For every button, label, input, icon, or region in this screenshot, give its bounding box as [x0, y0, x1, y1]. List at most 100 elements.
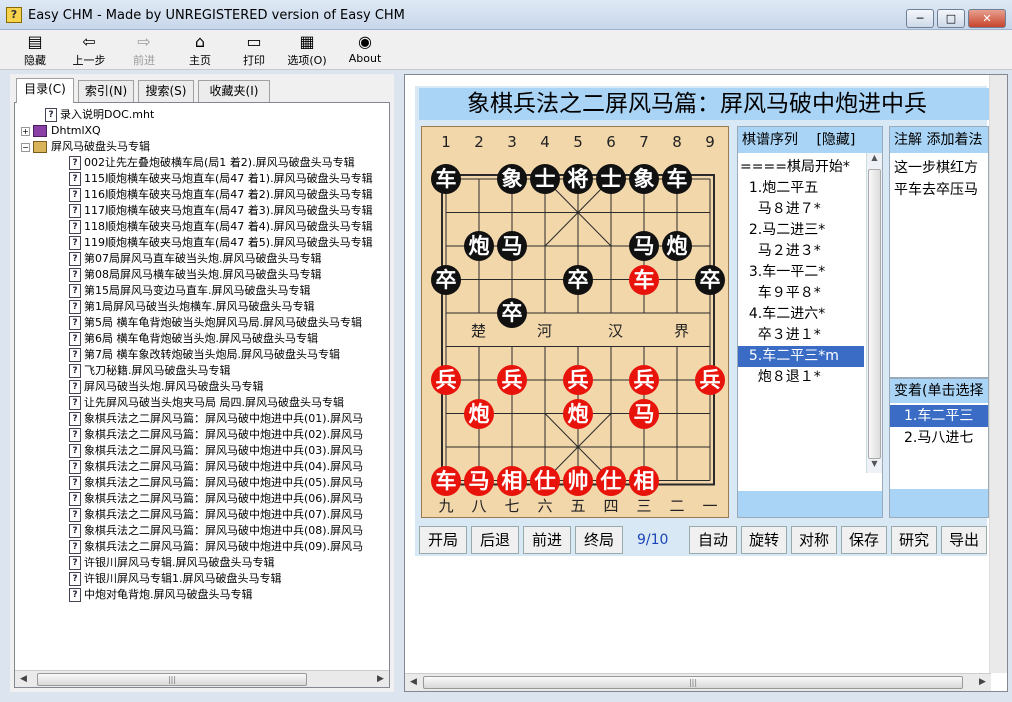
red-piece[interactable]: 兵 — [563, 365, 593, 395]
red-piece[interactable]: 炮 — [563, 398, 593, 429]
black-piece[interactable]: 卒 — [497, 298, 527, 328]
rotate-button[interactable]: 旋转 — [741, 526, 787, 554]
tree-item[interactable]: ? 119顺炮横车破夹马炮直车(局47 着5).屏风马破盘头马专辑 — [69, 235, 373, 251]
move-item[interactable]: 马２进３* — [738, 241, 864, 262]
tree-item[interactable]: ? 飞刀秘籍.屏风马破盘头马专辑 — [69, 363, 231, 379]
back-move-button[interactable]: 后退 — [471, 526, 519, 554]
move-item[interactable]: 5.车二平三*m — [738, 346, 864, 367]
move-item[interactable]: 2.马二进三* — [738, 220, 864, 241]
tree-item[interactable]: ? 许银川屏风马专辑1.屏风马破盘头马专辑 — [69, 571, 282, 587]
red-piece[interactable]: 马 — [464, 465, 494, 496]
analyze-button[interactable]: 研究 — [891, 526, 937, 554]
black-piece[interactable]: 车 — [431, 164, 461, 194]
content-scroll-thumb[interactable]: ||| — [423, 676, 963, 689]
tree-item[interactable]: ? 第08局屏风马横车破当头炮.屏风马破盘头马专辑 — [69, 267, 322, 283]
scroll-right-icon[interactable]: ▶ — [372, 671, 389, 687]
scroll-left-icon[interactable]: ◀ — [15, 671, 32, 687]
tab-contents[interactable]: 目录(C) — [16, 78, 74, 103]
options-button[interactable]: ▦ 选项(O) — [284, 32, 330, 68]
collapse-minus-icon[interactable]: − — [21, 142, 30, 152]
expand-plus-icon[interactable]: + — [21, 126, 30, 136]
red-piece[interactable]: 仕 — [596, 465, 626, 496]
hide-move-list-link[interactable]: [隐藏] — [816, 132, 855, 148]
black-piece[interactable]: 车 — [662, 164, 692, 194]
content-horizontal-scrollbar[interactable]: ◀ ||| ▶ — [405, 673, 991, 691]
tree-item[interactable]: + DhtmlXQ — [21, 123, 101, 139]
tree-item[interactable]: ? 第7局 横车象改转炮破当头炮局.屏风马破盘头马专辑 — [69, 347, 340, 363]
black-piece[interactable]: 士 — [596, 164, 626, 194]
black-piece[interactable]: 象 — [629, 164, 659, 194]
tree-item[interactable]: ? 象棋兵法之二屏风马篇：屏风马破中炮进中兵(02).屏风马 — [69, 427, 363, 443]
tree-item[interactable]: ? 115顺炮横车破夹马炮直车(局47 着1).屏风马破盘头马专辑 — [69, 171, 373, 187]
tree-item[interactable]: ? 118顺炮横车破夹马炮直车(局47 着4).屏风马破盘头马专辑 — [69, 219, 373, 235]
tree-item[interactable]: ? 第07局屏风马直车破当头炮.屏风马破盘头马专辑 — [69, 251, 322, 267]
red-piece[interactable]: 车 — [629, 264, 659, 295]
tree-item[interactable]: ? 第6局 横车龟背炮破当头炮.屏风马破盘头马专辑 — [69, 331, 318, 347]
move-list-scrollbar[interactable]: ▲ ▼ — [866, 153, 882, 473]
maximize-button[interactable]: □ — [937, 9, 965, 28]
tab-search[interactable]: 搜索(S) — [138, 80, 194, 102]
black-piece[interactable]: 士 — [530, 164, 560, 194]
move-item[interactable]: 4.车二进六* — [738, 304, 864, 325]
annotation-header[interactable]: 注解 添加着法 — [890, 127, 988, 153]
tree-item[interactable]: − 屏风马破盘头马专辑 — [21, 139, 150, 155]
tree-item[interactable]: ? 象棋兵法之二屏风马篇：屏风马破中炮进中兵(01).屏风马 — [69, 411, 363, 427]
black-piece[interactable]: 卒 — [695, 264, 725, 295]
about-button[interactable]: ◉ About — [342, 32, 388, 68]
red-piece[interactable]: 车 — [431, 465, 461, 496]
red-piece[interactable]: 仕 — [530, 465, 560, 496]
back-button[interactable]: ⇦ 上一步 — [66, 32, 112, 68]
black-piece[interactable]: 炮 — [464, 231, 494, 261]
tree-item[interactable]: ? 屏风马破当头炮.屏风马破盘头马专辑 — [69, 379, 264, 395]
black-piece[interactable]: 马 — [497, 231, 527, 261]
tree-item[interactable]: ? 002让先左叠炮破横车局(局1 着2).屏风马破盘头马专辑 — [69, 155, 355, 171]
xiangqi-board[interactable]: 123456789九八七六五四三二一楚河汉界车象士将士象车炮马马炮卒卒卒卒车兵兵… — [421, 126, 729, 518]
move-item[interactable]: 卒３进１* — [738, 325, 864, 346]
black-piece[interactable]: 炮 — [662, 231, 692, 261]
move-item[interactable]: 3.车一平二* — [738, 262, 864, 283]
red-piece[interactable]: 兵 — [695, 365, 725, 395]
tree-item[interactable]: ? 第5局 横车龟背炮破当头炮屏风马局.屏风马破盘头马专辑 — [69, 315, 362, 331]
black-piece[interactable]: 马 — [629, 231, 659, 261]
tree-item[interactable]: ? 第15局屏风马变边马直车.屏风马破盘头马专辑 — [69, 283, 311, 299]
save-button[interactable]: 保存 — [841, 526, 887, 554]
black-piece[interactable]: 卒 — [431, 264, 461, 295]
move-scroll-thumb[interactable] — [868, 169, 881, 459]
scroll-thumb[interactable]: ||| — [37, 673, 307, 686]
tree-horizontal-scrollbar[interactable]: ◀ ||| ▶ — [15, 670, 389, 687]
mirror-button[interactable]: 对称 — [791, 526, 837, 554]
black-piece[interactable]: 卒 — [563, 264, 593, 295]
black-piece[interactable]: 象 — [497, 164, 527, 194]
red-piece[interactable]: 相 — [497, 465, 527, 496]
tree-item[interactable]: ? 录入说明DOC.mht — [45, 107, 154, 123]
black-piece[interactable]: 将 — [563, 164, 593, 194]
tree-item[interactable]: ? 第1局屏风马破当头炮横车.屏风马破盘头马专辑 — [69, 299, 315, 315]
tree-item[interactable]: ? 117顺炮横车破夹马炮直车(局47 着3).屏风马破盘头马专辑 — [69, 203, 373, 219]
move-item[interactable]: 炮８退１* — [738, 367, 864, 388]
end-button[interactable]: 终局 — [575, 526, 623, 554]
move-item[interactable]: ====棋局开始* — [738, 157, 864, 178]
tree-item[interactable]: ? 象棋兵法之二屏风马篇：屏风马破中炮进中兵(05).屏风马 — [69, 475, 363, 491]
auto-play-button[interactable]: 自动 — [689, 526, 737, 554]
tree-item[interactable]: ? 中炮对龟背炮.屏风马破盘头马专辑 — [69, 587, 253, 603]
content-scroll-right-icon[interactable]: ▶ — [974, 674, 991, 691]
tree-item[interactable]: ? 象棋兵法之二屏风马篇：屏风马破中炮进中兵(09).屏风马 — [69, 539, 363, 555]
red-piece[interactable]: 炮 — [464, 398, 494, 429]
tree-item[interactable]: ? 象棋兵法之二屏风马篇：屏风马破中炮进中兵(03).屏风马 — [69, 443, 363, 459]
export-button[interactable]: 导出 — [941, 526, 987, 554]
close-button[interactable]: ✕ — [968, 9, 1006, 28]
tree-item[interactable]: ? 让先屏风马破当头炮夹马局 局四.屏风马破盘头马专辑 — [69, 395, 344, 411]
move-item[interactable]: 马８进７* — [738, 199, 864, 220]
move-item[interactable]: 1.炮二平五 — [738, 178, 864, 199]
red-piece[interactable]: 帅 — [563, 465, 593, 496]
tree-item[interactable]: ? 许银川屏风马专辑.屏风马破盘头马专辑 — [69, 555, 275, 571]
tab-favorites[interactable]: 收藏夹(I) — [198, 80, 270, 102]
scroll-up-icon[interactable]: ▲ — [868, 153, 881, 167]
move-item[interactable]: 车９平８* — [738, 283, 864, 304]
start-button[interactable]: 开局 — [419, 526, 467, 554]
minimize-button[interactable]: ─ — [906, 9, 934, 28]
print-button[interactable]: ▭ 打印 — [231, 32, 277, 68]
forward-move-button[interactable]: 前进 — [523, 526, 571, 554]
red-piece[interactable]: 兵 — [431, 365, 461, 395]
red-piece[interactable]: 相 — [629, 465, 659, 496]
